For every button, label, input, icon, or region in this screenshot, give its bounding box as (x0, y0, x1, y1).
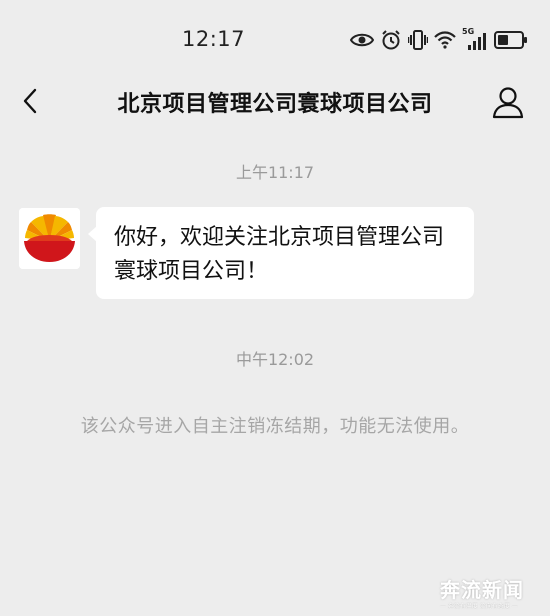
timestamp: 中午12:02 (235, 350, 315, 369)
watermark-name: 奔流新闻 (440, 578, 524, 602)
battery-icon (494, 30, 528, 50)
status-icons: 5G (350, 27, 528, 52)
nav-bar: 北京项目管理公司寰球项目公司 (0, 70, 550, 132)
timestamp: 上午11:17 (235, 163, 315, 182)
company-logo-icon (19, 208, 80, 269)
page-title: 北京项目管理公司寰球项目公司 (117, 92, 433, 117)
profile-button[interactable] (490, 84, 526, 120)
wifi-icon (434, 31, 456, 49)
vibrate-icon (408, 29, 428, 51)
message-text: 你好，欢迎关注北京项目管理公司寰球项目公司！ (114, 225, 445, 284)
eye-icon (350, 31, 374, 49)
chevron-left-icon (23, 88, 37, 114)
message-bubble[interactable]: 你好，欢迎关注北京项目管理公司寰球项目公司！ (96, 207, 474, 299)
watermark-tagline: — 奔流有温度 流向有态度 — (440, 603, 518, 610)
back-button[interactable] (14, 84, 48, 118)
status-bar: 12:17 5G (0, 0, 550, 70)
watermark: 奔流新闻 — 奔流有温度 流向有态度 — (440, 574, 546, 614)
avatar[interactable] (19, 208, 80, 269)
chat-screen: 12:17 5G 北京项目管理公司寰球项目公司 上午11:17 你好，欢迎关注北… (0, 0, 550, 616)
status-time: 12:17 (182, 27, 246, 51)
signal-5g-icon: 5G (462, 27, 488, 51)
person-icon (492, 87, 524, 119)
system-notice: 该公众号进入自主注销冻结期，功能无法使用。 (80, 416, 470, 437)
alarm-icon (380, 29, 402, 51)
